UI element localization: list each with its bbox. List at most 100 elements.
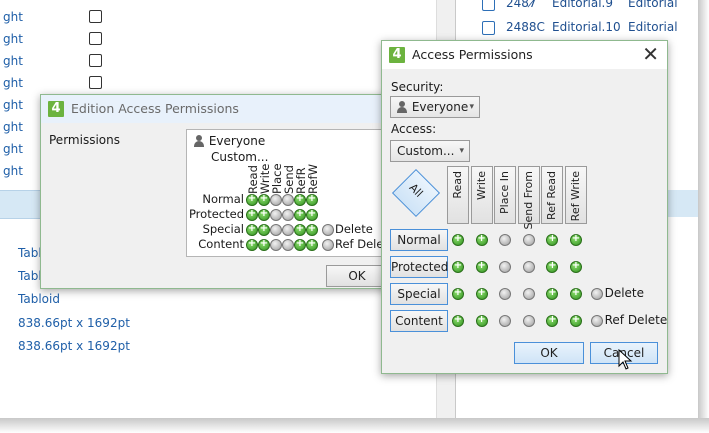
row-button[interactable]: Normal	[390, 229, 448, 251]
row-button[interactable]: Content	[390, 310, 448, 332]
dialog-title: Access Permissions	[412, 47, 533, 62]
column-header-button[interactable]: Place In	[494, 166, 517, 224]
permission-off-icon[interactable]	[322, 239, 334, 251]
permission-on-icon[interactable]	[452, 259, 464, 273]
permission-on-icon[interactable]	[452, 232, 464, 246]
row-label: Protected	[188, 207, 244, 221]
permission-on-icon[interactable]	[294, 222, 306, 236]
permission-on-icon[interactable]	[294, 192, 306, 206]
permission-on-icon[interactable]	[258, 192, 270, 206]
column-header-button[interactable]: Ref Write	[565, 166, 587, 224]
permission-on-icon[interactable]	[306, 192, 318, 206]
permission-on-icon[interactable]	[546, 286, 559, 300]
table-row[interactable]: ght	[0, 6, 436, 28]
checkbox[interactable]	[89, 32, 102, 45]
list-item[interactable]: Tabl	[18, 269, 42, 283]
row-label: Normal	[202, 192, 244, 206]
list-item[interactable]: Tabl	[18, 246, 42, 260]
column-header-button[interactable]: Read	[447, 166, 469, 224]
extra-permission-label: Ref Delete	[604, 313, 668, 327]
lock-icon	[482, 0, 495, 11]
permission-off-icon[interactable]	[282, 194, 294, 206]
permission-on-icon[interactable]	[475, 313, 488, 327]
checkbox[interactable]	[89, 10, 102, 23]
permission-on-icon[interactable]	[570, 232, 582, 246]
ok-button[interactable]: OK	[326, 265, 388, 287]
permission-on-icon[interactable]	[570, 313, 582, 327]
table-row[interactable]: ght	[0, 28, 436, 50]
permission-on-icon[interactable]	[306, 207, 318, 221]
permission-on-icon[interactable]	[546, 313, 559, 327]
row-label: Content	[198, 237, 244, 251]
permission-off-icon[interactable]	[270, 209, 282, 221]
permission-off-icon[interactable]	[270, 224, 282, 236]
table-row[interactable]: ght	[0, 72, 436, 94]
permission-on-icon[interactable]	[294, 207, 306, 221]
permission-off-icon[interactable]	[522, 261, 535, 273]
list-item[interactable]: Tabloid	[18, 292, 60, 306]
permission-on-icon[interactable]	[546, 259, 559, 273]
permissions-custom: Custom...	[211, 150, 269, 164]
permission-on-icon[interactable]	[258, 222, 270, 236]
permission-off-icon[interactable]	[522, 288, 535, 300]
security-label: Security:	[391, 80, 444, 94]
permission-on-icon[interactable]	[452, 313, 464, 327]
permission-on-icon[interactable]	[475, 232, 488, 246]
permission-off-icon[interactable]	[499, 315, 512, 327]
permission-on-icon[interactable]	[452, 286, 464, 300]
row-label: Special	[202, 222, 244, 236]
permission-on-icon[interactable]	[258, 207, 270, 221]
extra-permission-label: Delete	[604, 286, 645, 300]
permission-off-icon[interactable]	[590, 315, 603, 327]
security-select[interactable]: Everyone ▾	[390, 96, 480, 118]
permission-on-icon[interactable]	[475, 259, 488, 273]
permissions-label: Permissions	[49, 133, 120, 147]
permission-off-icon[interactable]	[499, 234, 512, 246]
permission-off-icon[interactable]	[270, 239, 282, 251]
permission-off-icon[interactable]	[590, 288, 603, 300]
column-header-button[interactable]: Write	[470, 166, 493, 224]
permission-on-icon[interactable]	[246, 192, 258, 206]
row-button[interactable]: Protected	[390, 256, 448, 278]
permission-on-icon[interactable]	[306, 237, 318, 251]
permission-off-icon[interactable]	[270, 194, 282, 206]
access-permissions-dialog: 4 Access Permissions ✕ Security: Everyon…	[381, 40, 668, 374]
permission-off-icon[interactable]	[322, 224, 334, 236]
permission-on-icon[interactable]	[306, 222, 318, 236]
table-row[interactable]: 2487̸ Editorial.9 Editorial	[456, 0, 699, 16]
access-select[interactable]: Custom... ▾	[390, 140, 470, 162]
permission-on-icon[interactable]	[570, 286, 582, 300]
window-shadow-right	[698, 0, 709, 433]
checkbox[interactable]	[89, 54, 102, 67]
table-row[interactable]: 2488C Editorial.10 Editorial	[456, 18, 699, 40]
close-icon[interactable]: ✕	[642, 43, 659, 65]
permission-on-icon[interactable]	[546, 232, 559, 246]
chevron-down-icon: ▾	[459, 146, 464, 156]
permission-on-icon[interactable]	[258, 237, 270, 251]
permission-on-icon[interactable]	[570, 259, 582, 273]
column-header-button[interactable]: Send From	[517, 166, 540, 229]
permission-on-icon[interactable]	[294, 237, 306, 251]
row-button[interactable]: Special	[390, 283, 448, 305]
permission-on-icon[interactable]	[475, 286, 488, 300]
permission-off-icon[interactable]	[499, 261, 512, 273]
column-header-button[interactable]: Ref Read	[541, 166, 564, 224]
list-item[interactable]: 838.66pt x 1692pt	[18, 316, 130, 330]
chevron-down-icon: ▾	[469, 102, 474, 112]
permission-off-icon[interactable]	[282, 224, 294, 236]
permission-off-icon[interactable]	[282, 209, 294, 221]
permission-on-icon[interactable]	[246, 222, 258, 236]
table-row[interactable]: ght	[0, 50, 436, 72]
permission-on-icon[interactable]	[246, 237, 258, 251]
list-item[interactable]: 838.66pt x 1692pt	[18, 339, 130, 353]
user-icon	[193, 135, 205, 147]
permission-off-icon[interactable]	[282, 239, 294, 251]
checkbox[interactable]	[89, 76, 102, 89]
window-shadow-bottom	[0, 418, 709, 433]
permission-off-icon[interactable]	[522, 234, 535, 246]
ok-button[interactable]: OK	[514, 342, 584, 364]
permission-on-icon[interactable]	[246, 207, 258, 221]
permission-off-icon[interactable]	[522, 315, 535, 327]
permission-off-icon[interactable]	[499, 288, 512, 300]
permissions-user: Everyone	[208, 134, 266, 148]
